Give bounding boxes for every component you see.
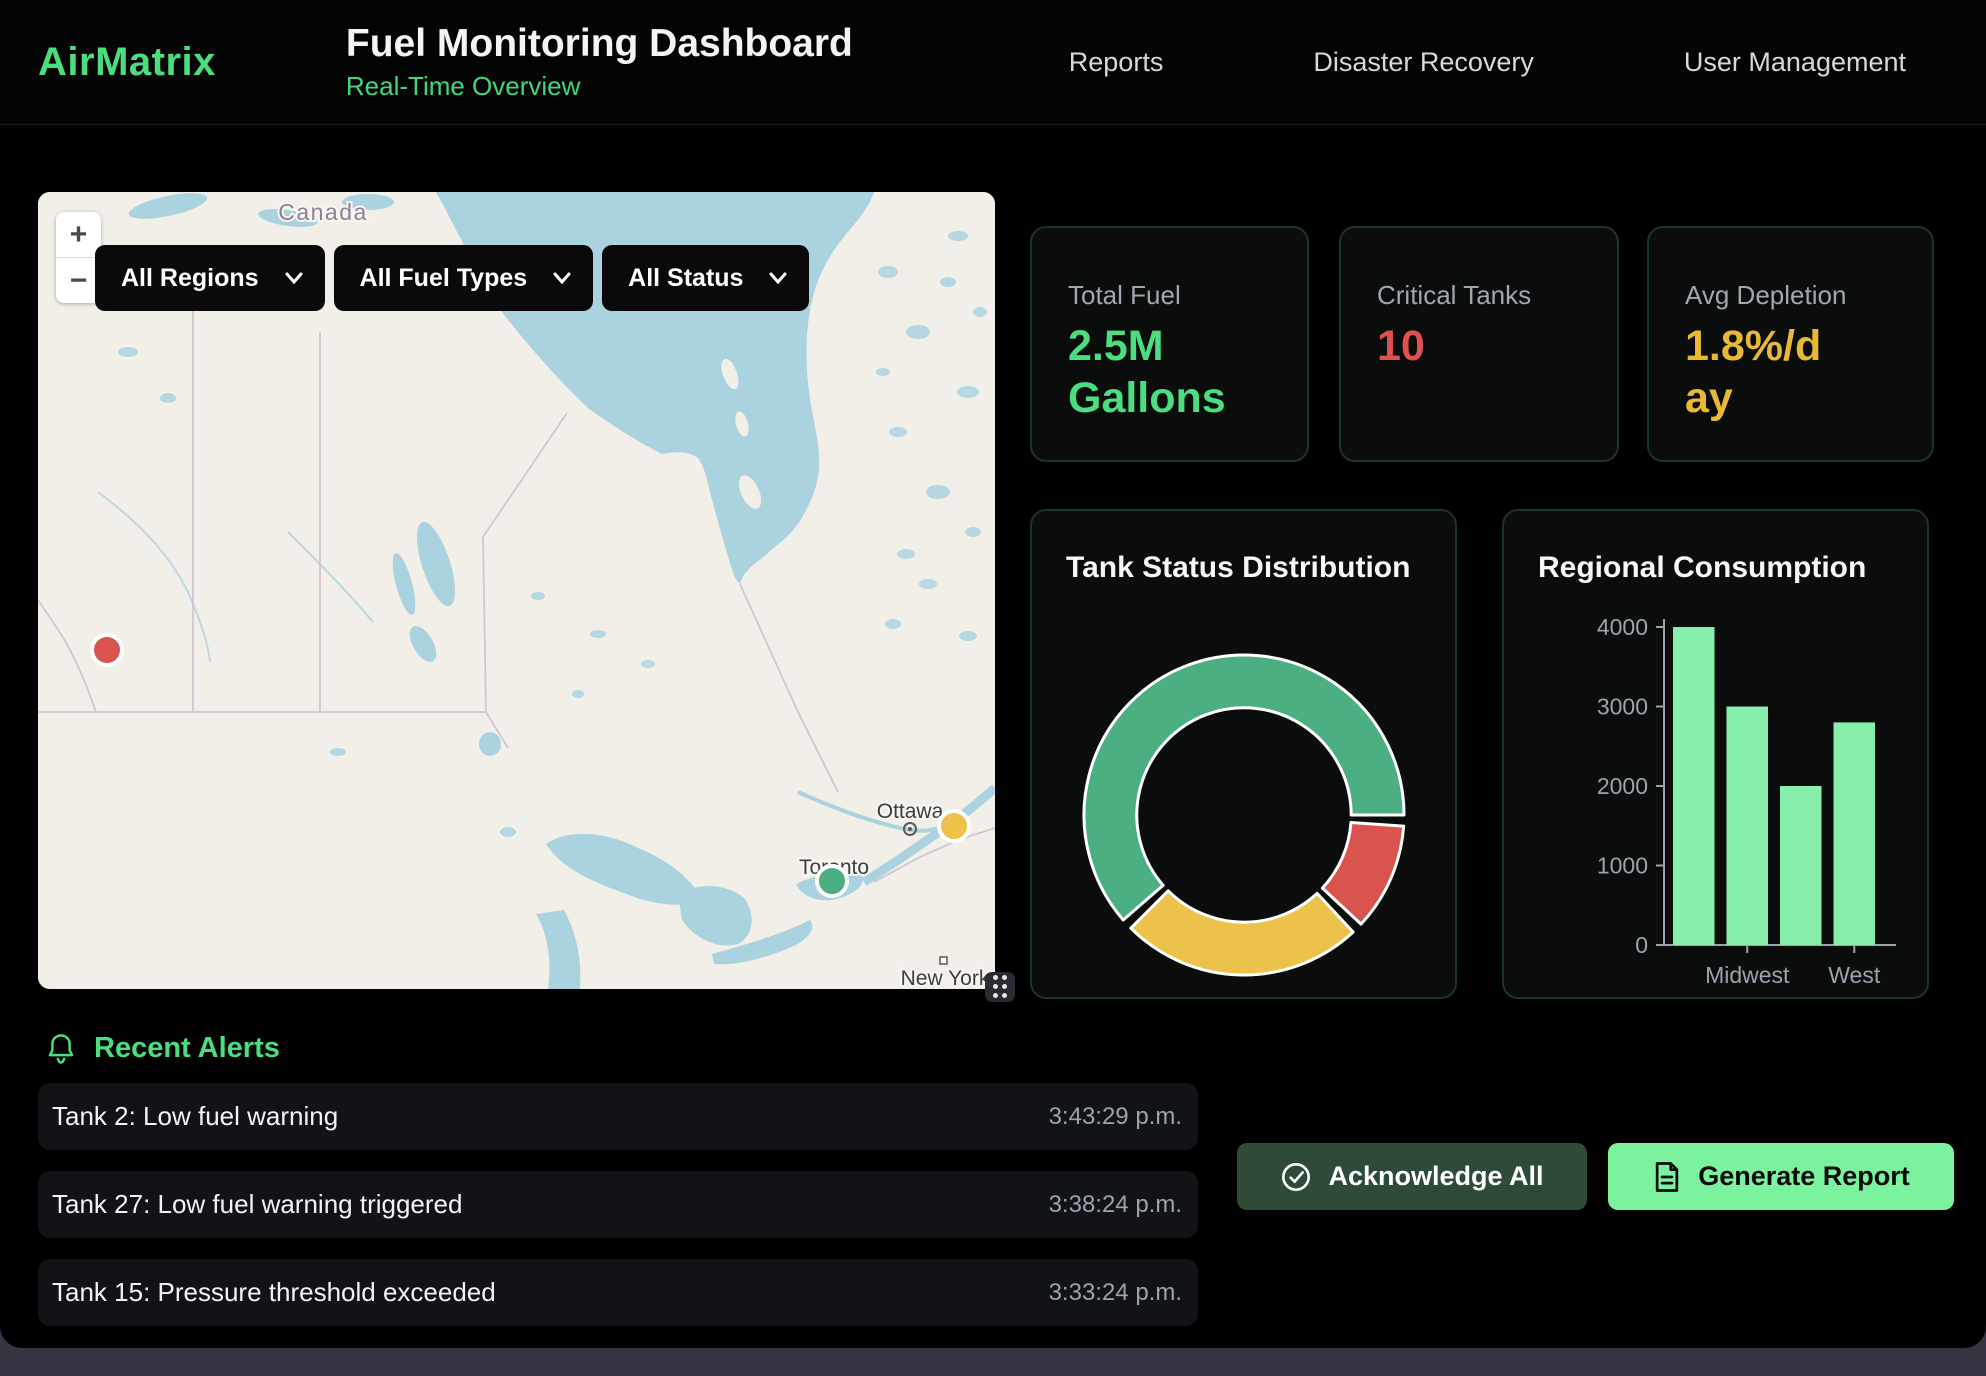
map-lake — [479, 732, 501, 756]
acknowledge-all-button[interactable]: Acknowledge All — [1237, 1143, 1587, 1210]
generate-report-label: Generate Report — [1698, 1161, 1910, 1192]
main-nav: Reports Disaster Recovery User Managemen… — [1069, 47, 1906, 78]
alert-time: 3:43:29 p.m. — [1049, 1103, 1182, 1131]
page-subtitle: Real-Time Overview — [346, 71, 853, 102]
chevron-down-icon — [769, 272, 787, 284]
acknowledge-all-label: Acknowledge All — [1328, 1161, 1543, 1192]
regions-dropdown[interactable]: All Regions — [95, 245, 325, 311]
y-tick-label: 2000 — [1597, 773, 1648, 799]
regions-dropdown-label: All Regions — [121, 264, 259, 293]
alert-row[interactable]: Tank 2: Low fuel warning 3:43:29 p.m. — [38, 1083, 1198, 1150]
stat-value-critical-tanks: 10 — [1377, 321, 1617, 373]
bar-region-2 — [1727, 707, 1769, 946]
alert-row[interactable]: Tank 27: Low fuel warning triggered 3:38… — [38, 1171, 1198, 1238]
stat-label: Critical Tanks — [1377, 280, 1617, 311]
y-tick-label: 4000 — [1597, 614, 1648, 640]
regional-consumption-card: Regional Consumption 01000200030004000Mi… — [1502, 509, 1929, 999]
nav-reports[interactable]: Reports — [1069, 47, 1164, 78]
alerts-header: Recent Alerts — [46, 1032, 280, 1065]
tank-status-title: Tank Status Distribution — [1066, 551, 1455, 585]
title-block: Fuel Monitoring Dashboard Real-Time Over… — [346, 22, 853, 102]
stat-card-avg-depletion: Avg Depletion 1.8%/day — [1647, 226, 1934, 462]
map-label-ottawa: Ottawa — [877, 800, 944, 823]
map-label-new-york: New York — [901, 967, 990, 989]
tank-status-donut-chart — [1032, 597, 1455, 997]
alert-text: Tank 15: Pressure threshold exceeded — [52, 1277, 496, 1308]
chevron-down-icon — [553, 272, 571, 284]
check-circle-icon — [1280, 1161, 1312, 1193]
alert-time: 3:33:24 p.m. — [1049, 1279, 1182, 1307]
nav-user-management[interactable]: User Management — [1684, 47, 1906, 78]
map-panel[interactable]: Canada Ottawa Toronto New York + − All R… — [38, 192, 995, 989]
stat-card-total-fuel: Total Fuel 2.5M Gallons — [1030, 226, 1309, 462]
nav-disaster-recovery[interactable]: Disaster Recovery — [1313, 47, 1534, 78]
fuel-types-dropdown-label: All Fuel Types — [360, 264, 528, 293]
app-window: AirMatrix Fuel Monitoring Dashboard Real… — [0, 0, 1986, 1348]
alert-text: Tank 2: Low fuel warning — [52, 1101, 338, 1132]
regional-consumption-bar-chart: 0 1000 2000 3000 4000 Midwest West — [1504, 511, 1927, 997]
fuel-types-dropdown[interactable]: All Fuel Types — [334, 245, 594, 311]
header: AirMatrix Fuel Monitoring Dashboard Real… — [0, 0, 1986, 125]
tank-status-card: Tank Status Distribution — [1030, 509, 1457, 999]
app-logo: AirMatrix — [38, 40, 216, 85]
bell-icon — [46, 1033, 76, 1065]
page-title: Fuel Monitoring Dashboard — [346, 22, 853, 67]
stat-value-total-fuel: 2.5M Gallons — [1068, 321, 1268, 424]
map-filters: All Regions All Fuel Types All Status — [95, 245, 809, 311]
map-marker-warning[interactable] — [939, 811, 969, 841]
donut-segment-red-critical — [1322, 822, 1403, 924]
alert-text: Tank 27: Low fuel warning triggered — [52, 1189, 462, 1220]
new-york-town-icon — [940, 957, 947, 964]
alert-time: 3:38:24 p.m. — [1049, 1191, 1182, 1219]
stat-label: Total Fuel — [1068, 280, 1307, 311]
status-dropdown[interactable]: All Status — [602, 245, 809, 311]
bar-region-1 — [1673, 627, 1715, 945]
stat-label: Avg Depletion — [1685, 280, 1932, 311]
bar-region-4 — [1834, 722, 1876, 945]
y-tick-label: 3000 — [1597, 694, 1648, 720]
x-tick-label: Midwest — [1705, 962, 1790, 988]
chevron-down-icon — [285, 272, 303, 284]
map-marker-critical[interactable] — [92, 635, 122, 665]
y-tick-label: 0 — [1635, 932, 1648, 958]
status-dropdown-label: All Status — [628, 264, 743, 293]
document-icon — [1652, 1161, 1682, 1193]
alert-row[interactable]: Tank 15: Pressure threshold exceeded 3:3… — [38, 1259, 1198, 1326]
y-tick-label: 1000 — [1597, 853, 1648, 879]
map-canvas[interactable]: Canada Ottawa Toronto New York — [38, 192, 995, 989]
map-drag-handle[interactable] — [985, 972, 1015, 1002]
x-tick-label: West — [1828, 962, 1881, 988]
stat-value-avg-depletion: 1.8%/day — [1685, 321, 1840, 424]
map-marker-normal[interactable] — [817, 866, 847, 896]
donut-segment-yellow-warning — [1131, 891, 1353, 975]
alerts-title: Recent Alerts — [94, 1032, 280, 1065]
map-label-canada: Canada — [278, 199, 368, 225]
generate-report-button[interactable]: Generate Report — [1608, 1143, 1954, 1210]
bar-region-3 — [1780, 786, 1822, 945]
screen: AirMatrix Fuel Monitoring Dashboard Real… — [0, 0, 1986, 1376]
stat-card-critical-tanks: Critical Tanks 10 — [1339, 226, 1619, 462]
